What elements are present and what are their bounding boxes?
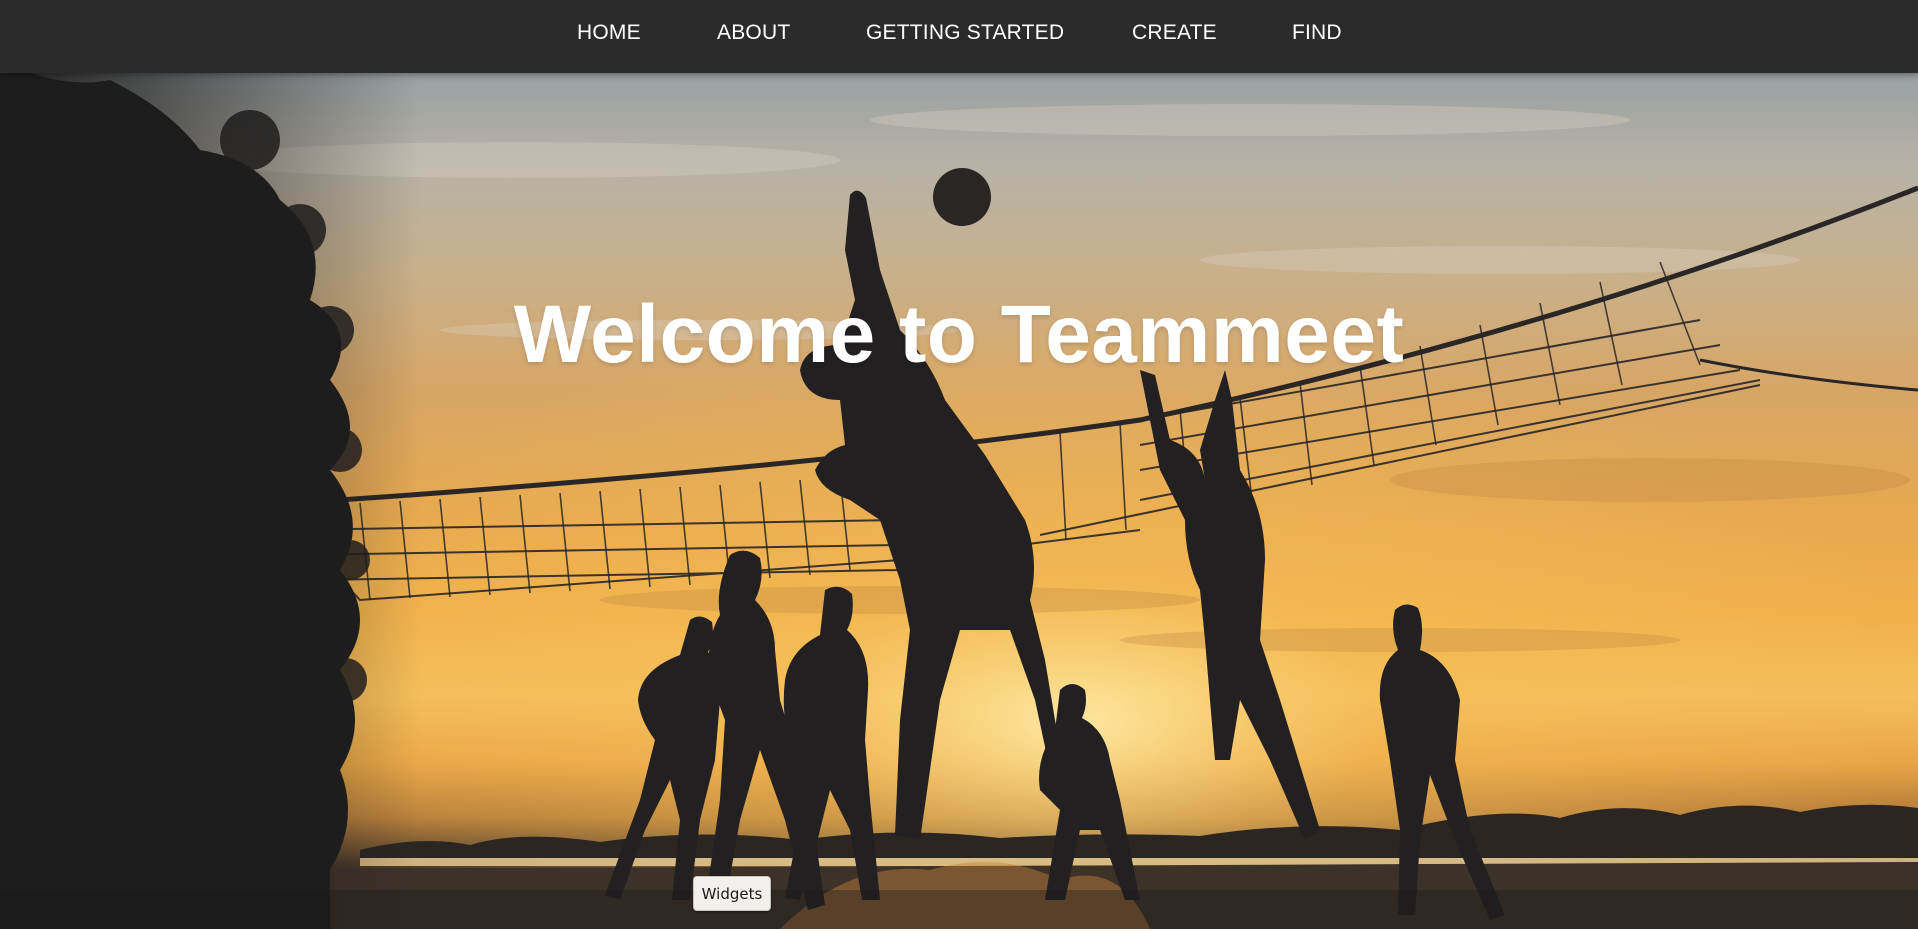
- page: Welcome to Teammeet Widgets HOME ABOUT G…: [0, 0, 1918, 931]
- nav-item-create[interactable]: CREATE: [1132, 21, 1217, 45]
- nav-item-getting-started[interactable]: GETTING STARTED: [866, 21, 1064, 45]
- nav-item-find[interactable]: FIND: [1292, 21, 1342, 45]
- hero-title: Welcome to Teammeet: [513, 289, 1405, 380]
- nav-menu: HOME ABOUT GETTING STARTED CREATE FIND: [0, 0, 1918, 73]
- nav-item-home[interactable]: HOME: [577, 21, 641, 45]
- top-navbar: HOME ABOUT GETTING STARTED CREATE FIND: [0, 0, 1918, 73]
- widgets-button[interactable]: Widgets: [693, 876, 771, 911]
- hero-background-image: [0, 0, 1918, 929]
- nav-item-about[interactable]: ABOUT: [717, 21, 790, 45]
- hero-section: Welcome to Teammeet Widgets: [0, 0, 1918, 929]
